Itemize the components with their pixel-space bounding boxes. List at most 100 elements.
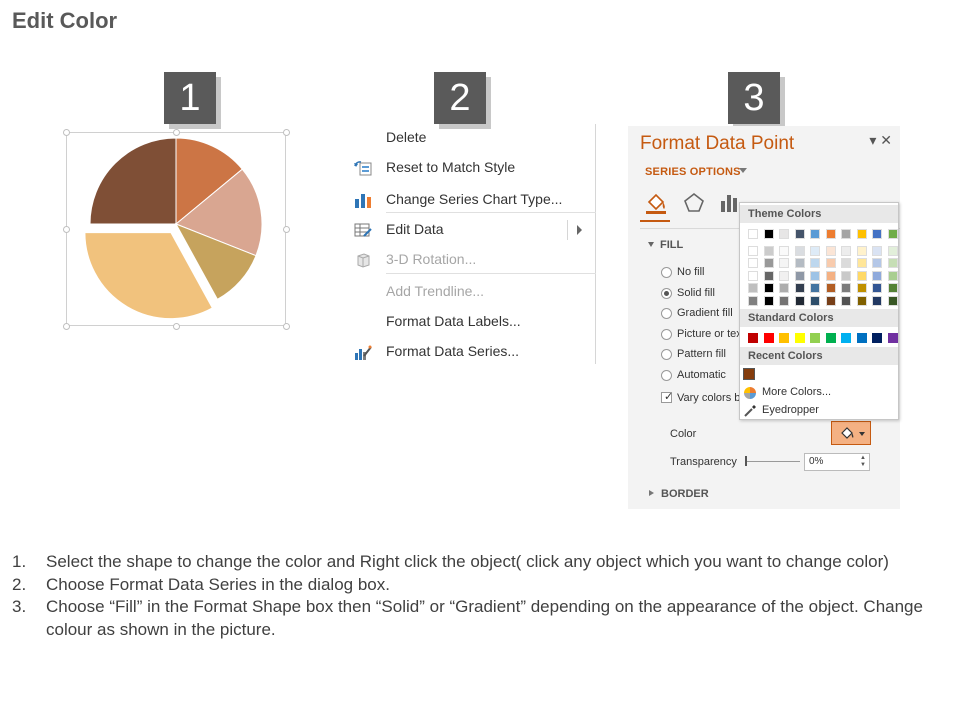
theme-color-swatch[interactable]: [825, 258, 836, 268]
menu-item-change-chart-type[interactable]: Change Series Chart Type...: [348, 186, 596, 214]
standard-color-swatch[interactable]: [856, 333, 867, 343]
theme-color-swatch[interactable]: [810, 270, 820, 281]
theme-color-swatch[interactable]: [856, 258, 867, 268]
theme-color-swatch[interactable]: [763, 258, 774, 268]
theme-color-swatch[interactable]: [825, 270, 836, 281]
theme-color-swatch[interactable]: [887, 270, 898, 281]
theme-color-swatch[interactable]: [872, 295, 882, 306]
theme-color-swatch[interactable]: [763, 295, 774, 306]
menu-item-delete[interactable]: Delete: [348, 124, 596, 152]
collapse-triangle-icon[interactable]: [648, 242, 654, 247]
theme-color-swatch[interactable]: [748, 295, 758, 306]
standard-color-swatch[interactable]: [763, 333, 774, 343]
theme-color-swatch[interactable]: [763, 270, 774, 281]
theme-color-swatch[interactable]: [856, 245, 867, 256]
theme-color-swatch[interactable]: [794, 283, 805, 293]
theme-color-swatch[interactable]: [779, 295, 789, 306]
theme-color-swatch[interactable]: [748, 270, 758, 281]
fill-color-button[interactable]: [831, 421, 871, 445]
theme-color-swatch[interactable]: [779, 258, 789, 268]
effects-tab-icon[interactable]: [681, 190, 707, 216]
theme-color-swatch[interactable]: [748, 283, 758, 293]
theme-color-swatch[interactable]: [810, 245, 820, 256]
transparency-slider-thumb[interactable]: [745, 456, 747, 466]
radio-picture-fill[interactable]: [661, 329, 672, 340]
theme-color-swatch[interactable]: [794, 295, 805, 306]
theme-color-swatch[interactable]: [872, 283, 882, 293]
radio-solid-fill[interactable]: [661, 288, 672, 299]
border-section-header[interactable]: BORDER: [661, 488, 709, 500]
spin-up-icon[interactable]: ▲: [860, 455, 866, 461]
theme-color-swatch[interactable]: [748, 258, 758, 268]
radio-pattern-fill[interactable]: [661, 349, 672, 360]
theme-color-swatch[interactable]: [779, 270, 789, 281]
vary-colors-checkbox[interactable]: ✓: [661, 391, 673, 403]
theme-color-swatch[interactable]: [887, 229, 898, 239]
radio-gradient-fill[interactable]: [661, 308, 672, 319]
theme-color-swatch[interactable]: [841, 258, 851, 268]
theme-color-swatch[interactable]: [856, 229, 867, 239]
transparency-input[interactable]: 0% ▲ ▼: [804, 453, 870, 471]
theme-color-swatch[interactable]: [794, 229, 805, 239]
standard-color-swatch[interactable]: [748, 333, 758, 343]
fill-section-header[interactable]: FILL: [660, 239, 683, 251]
theme-color-swatch[interactable]: [779, 245, 789, 256]
standard-color-swatch[interactable]: [794, 333, 805, 343]
theme-color-swatch[interactable]: [748, 245, 758, 256]
theme-color-swatch[interactable]: [763, 245, 774, 256]
menu-item-format-series[interactable]: Format Data Series...: [348, 338, 596, 366]
standard-color-swatch[interactable]: [779, 333, 789, 343]
theme-color-swatch[interactable]: [810, 258, 820, 268]
radio-automatic[interactable]: [661, 370, 672, 381]
theme-color-swatch[interactable]: [810, 229, 820, 239]
theme-color-swatch[interactable]: [887, 283, 898, 293]
standard-color-swatch[interactable]: [887, 333, 898, 343]
theme-color-swatch[interactable]: [856, 295, 867, 306]
theme-color-swatch[interactable]: [810, 295, 820, 306]
theme-color-swatch[interactable]: [748, 229, 758, 239]
theme-color-swatch[interactable]: [856, 283, 867, 293]
fill-line-tab-icon[interactable]: [643, 190, 669, 216]
standard-color-swatch[interactable]: [872, 333, 882, 343]
theme-color-swatch[interactable]: [841, 229, 851, 239]
theme-color-swatch[interactable]: [810, 283, 820, 293]
theme-color-swatch[interactable]: [856, 270, 867, 281]
theme-color-swatch[interactable]: [763, 283, 774, 293]
menu-item-edit-data[interactable]: Edit Data: [348, 216, 596, 244]
theme-color-swatch[interactable]: [872, 229, 882, 239]
eyedropper-link[interactable]: Eyedropper: [762, 404, 819, 416]
menu-item-reset-style[interactable]: Reset to Match Style: [348, 154, 596, 182]
theme-color-swatch[interactable]: [825, 229, 836, 239]
standard-color-swatch[interactable]: [810, 333, 820, 343]
spin-down-icon[interactable]: ▼: [860, 462, 866, 468]
theme-color-swatch[interactable]: [779, 229, 789, 239]
theme-color-swatch[interactable]: [887, 258, 898, 268]
theme-color-swatch[interactable]: [794, 245, 805, 256]
theme-color-swatch[interactable]: [841, 283, 851, 293]
menu-item-format-labels[interactable]: Format Data Labels...: [348, 308, 596, 336]
theme-color-swatch[interactable]: [841, 270, 851, 281]
pie-chart[interactable]: [66, 132, 286, 326]
theme-color-swatch[interactable]: [872, 245, 882, 256]
standard-color-swatch[interactable]: [825, 333, 836, 343]
theme-color-swatch[interactable]: [841, 245, 851, 256]
theme-color-swatch[interactable]: [872, 258, 882, 268]
theme-color-swatch[interactable]: [872, 270, 882, 281]
expand-triangle-icon[interactable]: [649, 490, 654, 496]
theme-color-swatch[interactable]: [825, 245, 836, 256]
panel-window-controls[interactable]: ▾ ✕: [869, 132, 892, 149]
more-colors-link[interactable]: More Colors...: [762, 386, 831, 398]
pie-slice[interactable]: [89, 137, 177, 225]
theme-color-swatch[interactable]: [825, 283, 836, 293]
theme-color-swatch[interactable]: [794, 270, 805, 281]
theme-color-swatch[interactable]: [841, 295, 851, 306]
recent-color-swatch[interactable]: [743, 368, 755, 380]
series-options-dropdown[interactable]: SERIES OPTIONS: [645, 166, 741, 178]
theme-color-swatch[interactable]: [794, 258, 805, 268]
radio-no-fill[interactable]: [661, 267, 672, 278]
theme-color-swatch[interactable]: [825, 295, 836, 306]
theme-color-swatch[interactable]: [763, 229, 774, 239]
standard-color-swatch[interactable]: [841, 333, 851, 343]
theme-color-swatch[interactable]: [887, 245, 898, 256]
theme-color-swatch[interactable]: [779, 283, 789, 293]
